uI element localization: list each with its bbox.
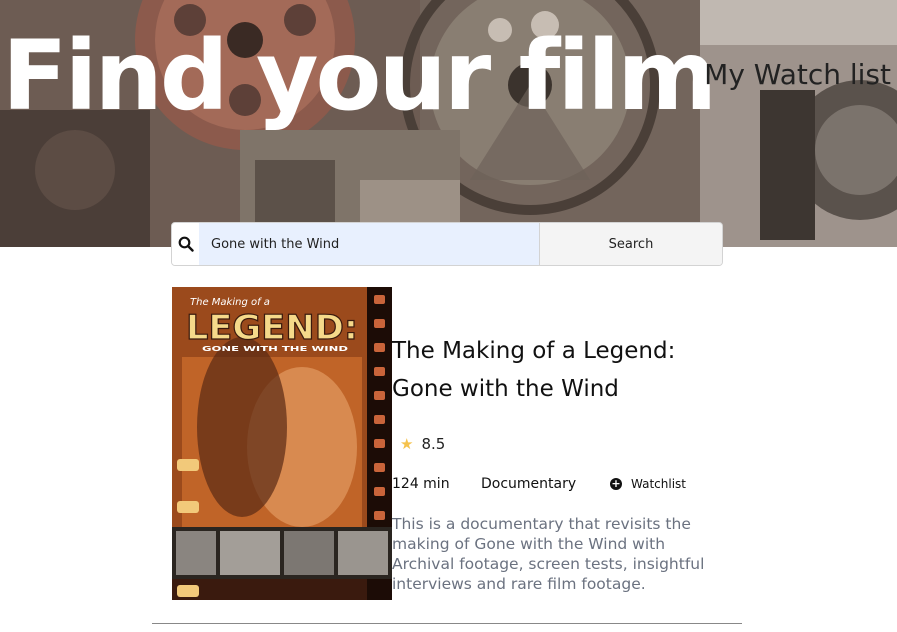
my-watchlist-link[interactable]: My Watch list bbox=[704, 58, 891, 91]
star-icon: ★ bbox=[400, 435, 414, 453]
search-icon bbox=[172, 223, 199, 265]
hero-banner: Find your film My Watch list bbox=[0, 0, 897, 247]
movie-title: The Making of a Legend: Gone with the Wi… bbox=[392, 338, 676, 402]
movie-genre: Documentary bbox=[481, 476, 577, 492]
add-to-watchlist-button[interactable]: + Watchlist bbox=[610, 477, 686, 491]
result-divider bbox=[152, 623, 742, 624]
plus-circle-icon: + bbox=[610, 477, 622, 490]
search-button[interactable]: Search bbox=[539, 223, 722, 265]
poster-sub-text: GONE WITH THE WIND bbox=[202, 345, 348, 353]
rating-value: 8.5 bbox=[421, 435, 446, 453]
page-title: Find your film bbox=[2, 20, 717, 132]
movie-rating: ★ 8.5 bbox=[400, 435, 445, 453]
movie-plot: This is a documentary that revisits the … bbox=[392, 515, 705, 593]
search-form: Search bbox=[171, 222, 723, 266]
movie-poster[interactable]: The Making of a LEGEND: GONE WITH THE WI… bbox=[172, 287, 392, 600]
movie-runtime: 124 min bbox=[392, 476, 450, 492]
poster-main-text: LEGEND: bbox=[186, 308, 358, 348]
watchlist-label: Watchlist bbox=[631, 477, 686, 491]
poster-top-text: The Making of a bbox=[190, 297, 270, 308]
search-input[interactable] bbox=[199, 223, 539, 265]
